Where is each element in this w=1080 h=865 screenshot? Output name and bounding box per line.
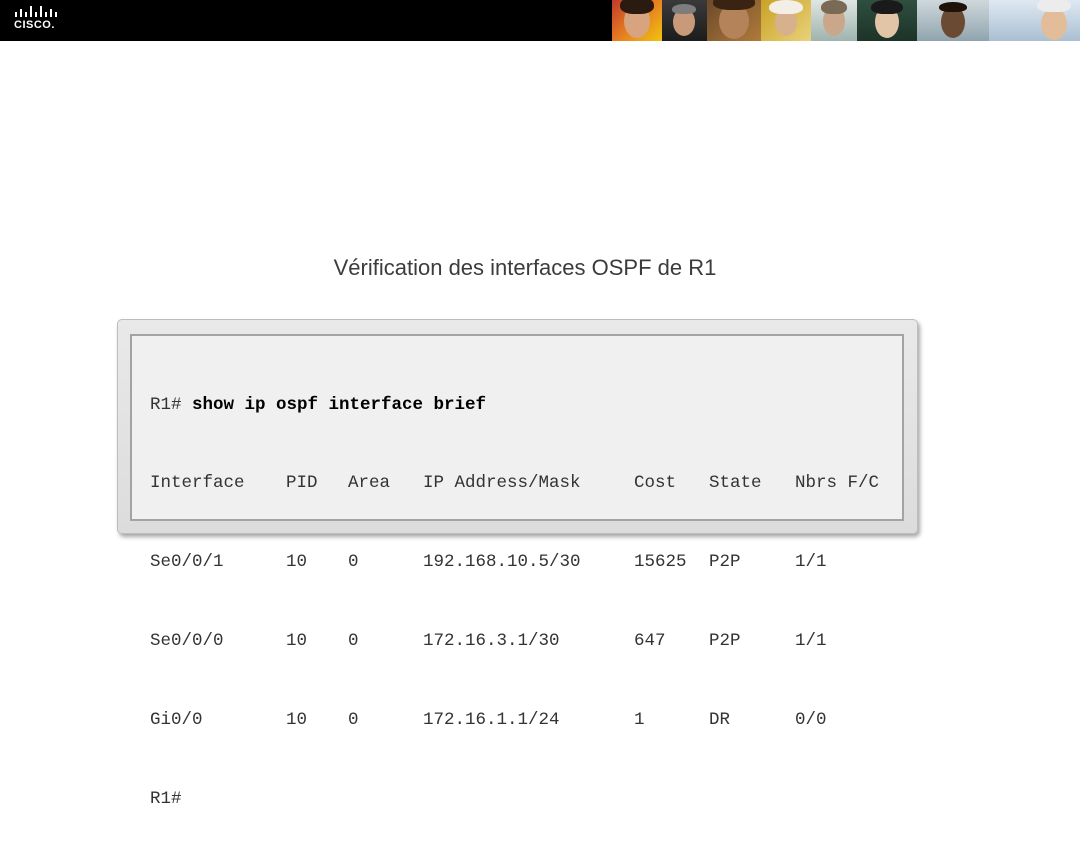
column-header-cost: Cost [634, 473, 677, 494]
command-prompt: R1# [150, 394, 193, 415]
cisco-logo: CISCO. [14, 6, 64, 36]
top-banner: CISCO. [0, 0, 1080, 41]
area-cell: 0 [348, 552, 359, 573]
end-prompt: R1# [150, 789, 182, 810]
table-row: Se0/0/1 10 0 192.168.10.5/30 15625 P2P 1/1 [150, 549, 879, 575]
table-header-row: Interface PID Area IP Address/Mask Cost State… [150, 470, 879, 496]
column-header-interface: Interface [150, 473, 245, 494]
header-photo-6 [857, 0, 917, 41]
nbrs-cell: 0/0 [795, 710, 827, 731]
end-prompt-line: R1# [150, 786, 879, 812]
ip-address-cell: 172.16.1.1/24 [423, 710, 560, 731]
cost-cell: 647 [634, 631, 666, 652]
table-row: Se0/0/0 10 0 172.16.3.1/30 647 P2P 1/1 [150, 628, 879, 654]
slide-title: Vérification des interfaces OSPF de R1 [333, 255, 717, 280]
nbrs-cell: 1/1 [795, 631, 827, 652]
table-row: Gi0/0 10 0 172.16.1.1/24 1 DR 0/0 [150, 707, 879, 733]
state-cell: P2P [709, 552, 741, 573]
state-cell: DR [709, 710, 731, 731]
cisco-logo-bars-icon [15, 6, 57, 17]
header-photo-7 [917, 0, 989, 41]
interface-cell: Se0/0/1 [150, 552, 224, 573]
header-photo-4 [761, 0, 811, 41]
nbrs-cell: 1/1 [795, 552, 827, 573]
interface-cell: Se0/0/0 [150, 631, 224, 652]
interface-cell: Gi0/0 [150, 710, 203, 731]
cli-text: R1# show ip ospf interface brief Interfa… [150, 339, 879, 865]
terminal-frame: R1# show ip ospf interface brief Interfa… [117, 319, 918, 809]
area-cell: 0 [348, 710, 359, 731]
ip-address-cell: 172.16.3.1/30 [423, 631, 560, 652]
pid-cell: 10 [286, 710, 308, 731]
column-header-ip-address-mask: IP Address/Mask [423, 473, 581, 494]
command-text: show ip ospf interface brief [192, 394, 487, 415]
cost-cell: 15625 [634, 552, 687, 573]
pid-cell: 10 [286, 552, 308, 573]
header-photo-5 [811, 0, 857, 41]
column-header-nbrs-fc: Nbrs F/C [795, 473, 880, 494]
header-photo-1 [612, 0, 662, 41]
header-photo-3 [707, 0, 761, 41]
command-line: R1# show ip ospf interface brief [150, 392, 879, 418]
header-photo-8 [989, 0, 1080, 41]
column-header-area: Area [348, 473, 391, 494]
pid-cell: 10 [286, 631, 308, 652]
ip-address-cell: 192.168.10.5/30 [423, 552, 581, 573]
area-cell: 0 [348, 631, 359, 652]
terminal-output: R1# show ip ospf interface brief Interfa… [130, 334, 904, 809]
header-photo-2 [662, 0, 707, 41]
cisco-logo-text: CISCO. [14, 19, 55, 31]
cost-cell: 1 [634, 710, 645, 731]
column-header-pid: PID [286, 473, 318, 494]
header-photo-strip [612, 0, 1080, 41]
state-cell: P2P [709, 631, 741, 652]
column-header-state: State [709, 473, 762, 494]
